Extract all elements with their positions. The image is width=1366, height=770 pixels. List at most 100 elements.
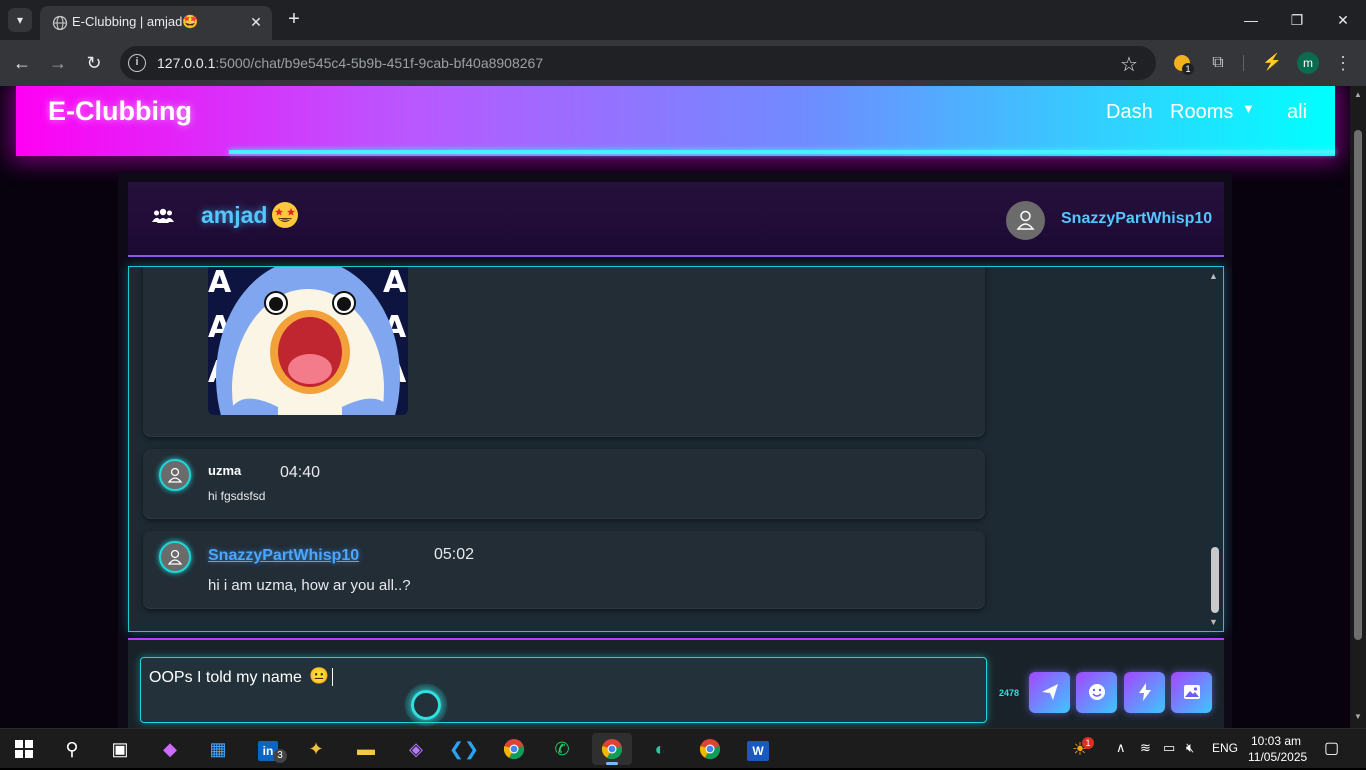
url-path: :5000/chat/b9e545c4-5b9b-451f-9cab-bf40a… — [215, 55, 544, 71]
tab-search-button[interactable]: ▾ — [8, 8, 32, 32]
chat-header: amjad SnazzyPartWhisp10 — [128, 182, 1224, 257]
linkedin-icon[interactable]: in 3 — [248, 733, 288, 765]
linkedin-badge: 3 — [273, 749, 287, 763]
brand-logo[interactable]: E-Clubbing — [48, 96, 192, 127]
message-input-text: OOPs I told my name — [149, 669, 302, 686]
address-bar[interactable]: i 127.0.0.1:5000/chat/b9e545c4-5b9b-451f… — [120, 46, 1156, 80]
message-username[interactable]: uzma — [208, 463, 241, 478]
bookmark-star-icon[interactable]: ☆ — [1120, 52, 1138, 77]
task-view-icon[interactable]: ▣ — [100, 733, 140, 765]
close-window-icon[interactable]: ✕ — [1320, 0, 1366, 40]
performance-icon[interactable]: ⚡ — [1260, 51, 1284, 75]
loading-spinner — [411, 690, 441, 720]
battery-icon[interactable]: ▭ — [1163, 740, 1175, 756]
git-kraken-icon[interactable]: ✦ — [296, 733, 336, 765]
message-timestamp: 05:02 — [434, 546, 475, 563]
user-avatar[interactable] — [159, 459, 191, 491]
message-input[interactable]: OOPs I told my name 😐 — [140, 657, 987, 723]
vscode-icon[interactable]: ❮❯ — [444, 733, 484, 765]
word-icon[interactable]: W — [738, 733, 778, 765]
globe-icon — [52, 15, 68, 31]
users-group-icon[interactable] — [152, 208, 174, 229]
input-language[interactable]: ENG — [1212, 741, 1238, 755]
messages-scrollbar-thumb[interactable] — [1211, 547, 1219, 613]
url-text[interactable]: 127.0.0.1:5000/chat/b9e545c4-5b9b-451f-9… — [157, 55, 543, 71]
volume-muted-icon[interactable]: 🔇︎ — [1186, 740, 1194, 756]
clock[interactable]: 10:03 am 11/05/2025 — [1248, 733, 1308, 765]
nav-user[interactable]: ali — [1287, 101, 1307, 124]
header-username[interactable]: SnazzyPartWhisp10 — [1061, 210, 1212, 228]
browser-tab[interactable]: E-Clubbing | amjad🤩 ✕ — [40, 6, 272, 40]
nav-dash[interactable]: Dash — [1106, 101, 1153, 124]
nav-rooms[interactable]: Rooms — [1170, 101, 1233, 124]
message-item: SnazzyPartWhisp10 05:02 hi i am uzma, ho… — [143, 531, 985, 609]
microsoft-store-icon[interactable]: ▦ — [198, 733, 238, 765]
notification-icon[interactable]: ▢ — [1324, 738, 1339, 758]
extension-badge: 1 — [1182, 63, 1194, 75]
message-item: AAA AAA — [143, 266, 985, 437]
extensions-puzzle-icon[interactable]: ⧉ — [1206, 51, 1230, 75]
message-text: hi i am uzma, how ar you all..? — [208, 577, 411, 594]
quick-action-button[interactable] — [1124, 672, 1165, 713]
site-info-icon[interactable]: i — [128, 54, 146, 72]
forward-arrow-icon[interactable]: → — [45, 50, 71, 76]
character-count: 2478 — [999, 688, 1020, 698]
chevron-up-icon[interactable]: ∧ — [1116, 740, 1126, 756]
scroll-down-arrow-icon[interactable]: ▼ — [1209, 617, 1218, 627]
user-avatar[interactable] — [1006, 201, 1045, 240]
chrome-guest-icon[interactable] — [690, 733, 730, 765]
message-timestamp: 04:40 — [280, 464, 321, 481]
page-scrollbar[interactable]: ▲ ▼ — [1350, 86, 1366, 728]
page-viewport: E-Clubbing Dash Rooms ▼ ali amjad Snazzy… — [0, 86, 1350, 728]
edge-icon[interactable]: ◐ — [640, 733, 680, 765]
user-avatar[interactable] — [159, 541, 191, 573]
lightning-bolt-icon — [1138, 683, 1151, 701]
messages-panel[interactable]: AAA AAA — [128, 266, 1224, 632]
tab-title: E-Clubbing | amjad🤩 — [72, 14, 199, 29]
weather-icon[interactable]: ☀ 1 — [1060, 733, 1100, 765]
emoji-picker-button[interactable] — [1076, 672, 1117, 713]
svg-text:A: A — [383, 266, 407, 300]
copilot-icon[interactable]: ◆ — [150, 733, 190, 765]
image-upload-button[interactable] — [1171, 672, 1212, 713]
neutral-face-emoji-icon: 😐 — [309, 668, 329, 685]
close-tab-icon[interactable]: ✕ — [246, 12, 266, 32]
scroll-up-arrow-icon[interactable]: ▲ — [1353, 90, 1363, 99]
scroll-up-arrow-icon[interactable]: ▲ — [1209, 271, 1218, 281]
text-caret — [332, 668, 333, 686]
new-tab-button[interactable]: + — [282, 8, 306, 32]
url-host: 127.0.0.1 — [157, 55, 216, 71]
clock-time: 10:03 am — [1250, 734, 1302, 748]
page-scrollbar-thumb[interactable] — [1354, 130, 1362, 640]
star-struck-emoji-icon — [272, 202, 298, 228]
svg-text:A: A — [208, 266, 232, 300]
restore-icon[interactable]: ❐ — [1274, 0, 1320, 40]
message-item: uzma 04:40 hi fgsdsfsd — [143, 449, 985, 519]
site-navbar: E-Clubbing Dash Rooms ▼ ali — [16, 86, 1335, 156]
search-icon[interactable]: ⚲ — [52, 733, 92, 765]
whatsapp-icon[interactable]: ✆ — [542, 733, 582, 765]
menu-kebab-icon[interactable]: ⋮ — [1331, 51, 1355, 75]
image-icon — [1183, 685, 1200, 699]
file-explorer-icon[interactable]: ▬ — [346, 733, 386, 765]
paper-plane-icon — [1041, 684, 1058, 700]
windows-taskbar: ⚲ ▣ ◆ ▦ in 3 ✦ ▬ ◈ ❮❯ ✆ ◐ W ☀ 1 ∧ ≋ ▭ 🔇︎… — [0, 728, 1366, 768]
send-button[interactable] — [1029, 672, 1070, 713]
scroll-down-arrow-icon[interactable]: ▼ — [1353, 712, 1363, 721]
extension-coin-icon[interactable]: 1 — [1170, 51, 1194, 75]
wifi-icon[interactable]: ≋ — [1140, 740, 1151, 756]
windows-start-icon[interactable] — [4, 733, 44, 765]
chevron-down-icon[interactable]: ▼ — [1242, 101, 1255, 116]
profile-avatar[interactable]: m — [1297, 52, 1319, 74]
reload-icon[interactable]: ↻ — [81, 50, 107, 76]
back-arrow-icon[interactable]: ← — [9, 50, 35, 76]
message-username-link[interactable]: SnazzyPartWhisp10 — [208, 547, 359, 565]
chrome-icon[interactable] — [494, 733, 534, 765]
browser-tab-bar: ▾ E-Clubbing | amjad🤩 ✕ + — ❐ ✕ — [0, 0, 1366, 40]
message-text: hi fgsdsfsd — [208, 489, 266, 503]
chrome-profile-icon[interactable] — [592, 733, 632, 765]
visual-studio-icon[interactable]: ◈ — [396, 733, 436, 765]
nav-active-underline — [229, 150, 1335, 154]
clock-date: 11/05/2025 — [1248, 750, 1308, 764]
minimize-icon[interactable]: — — [1228, 0, 1274, 40]
